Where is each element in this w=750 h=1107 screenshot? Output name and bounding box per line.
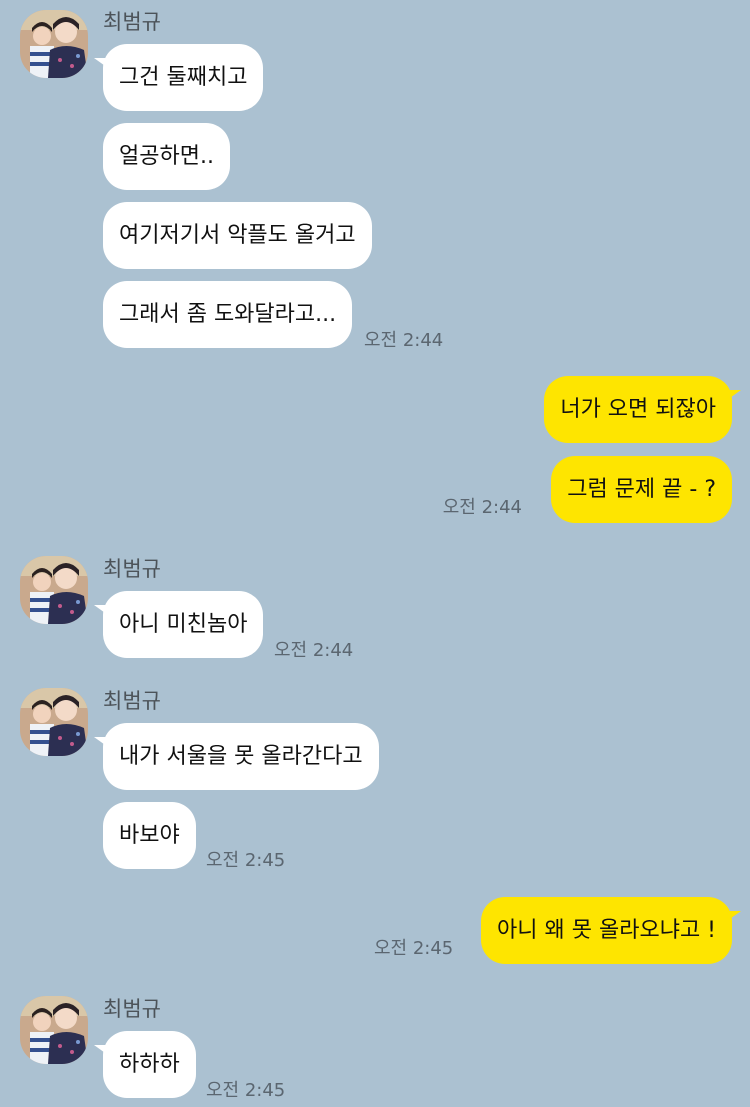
message-bubble-incoming[interactable]: 그래서 좀 도와달라고... [103, 281, 353, 348]
message-timestamp: 오전 2:44 [364, 330, 444, 351]
message-bubble-incoming[interactable]: 하하하 [94, 1031, 196, 1098]
sender-name: 최범규 [103, 557, 161, 581]
message-timestamp: 오전 2:44 [442, 497, 522, 518]
sender-avatar[interactable] [20, 996, 88, 1064]
sender-avatar[interactable] [20, 556, 88, 624]
message-bubble-incoming[interactable]: 얼공하면.. [103, 123, 230, 190]
message-bubble-incoming[interactable]: 여기저기서 악플도 올거고 [103, 202, 372, 269]
message-timestamp: 오전 2:44 [274, 640, 354, 661]
message-bubble-outgoing[interactable]: 아니 왜 못 올라오냐고 ! [481, 897, 741, 964]
sender-name: 최범규 [103, 10, 161, 34]
sender-avatar[interactable] [20, 688, 88, 756]
message-timestamp: 오전 2:45 [374, 938, 454, 959]
message-timestamp: 오전 2:45 [206, 1080, 286, 1101]
message-bubble-incoming[interactable]: 바보야 [103, 802, 196, 869]
sender-name: 최범규 [103, 997, 161, 1021]
message-bubble-outgoing[interactable]: 그럼 문제 끝 - ? [551, 456, 732, 523]
sender-name: 최범규 [103, 689, 161, 713]
message-bubble-incoming[interactable]: 아니 미친놈아 [93, 591, 264, 658]
message-bubble-outgoing[interactable]: 너가 오면 되잖아 [544, 376, 741, 443]
sender-avatar[interactable] [20, 10, 88, 78]
message-bubble-incoming[interactable]: 내가 서울을 못 올라간다고 [94, 723, 379, 790]
message-timestamp: 오전 2:45 [206, 850, 286, 871]
message-bubble-incoming[interactable]: 그건 둘째치고 [93, 44, 264, 111]
